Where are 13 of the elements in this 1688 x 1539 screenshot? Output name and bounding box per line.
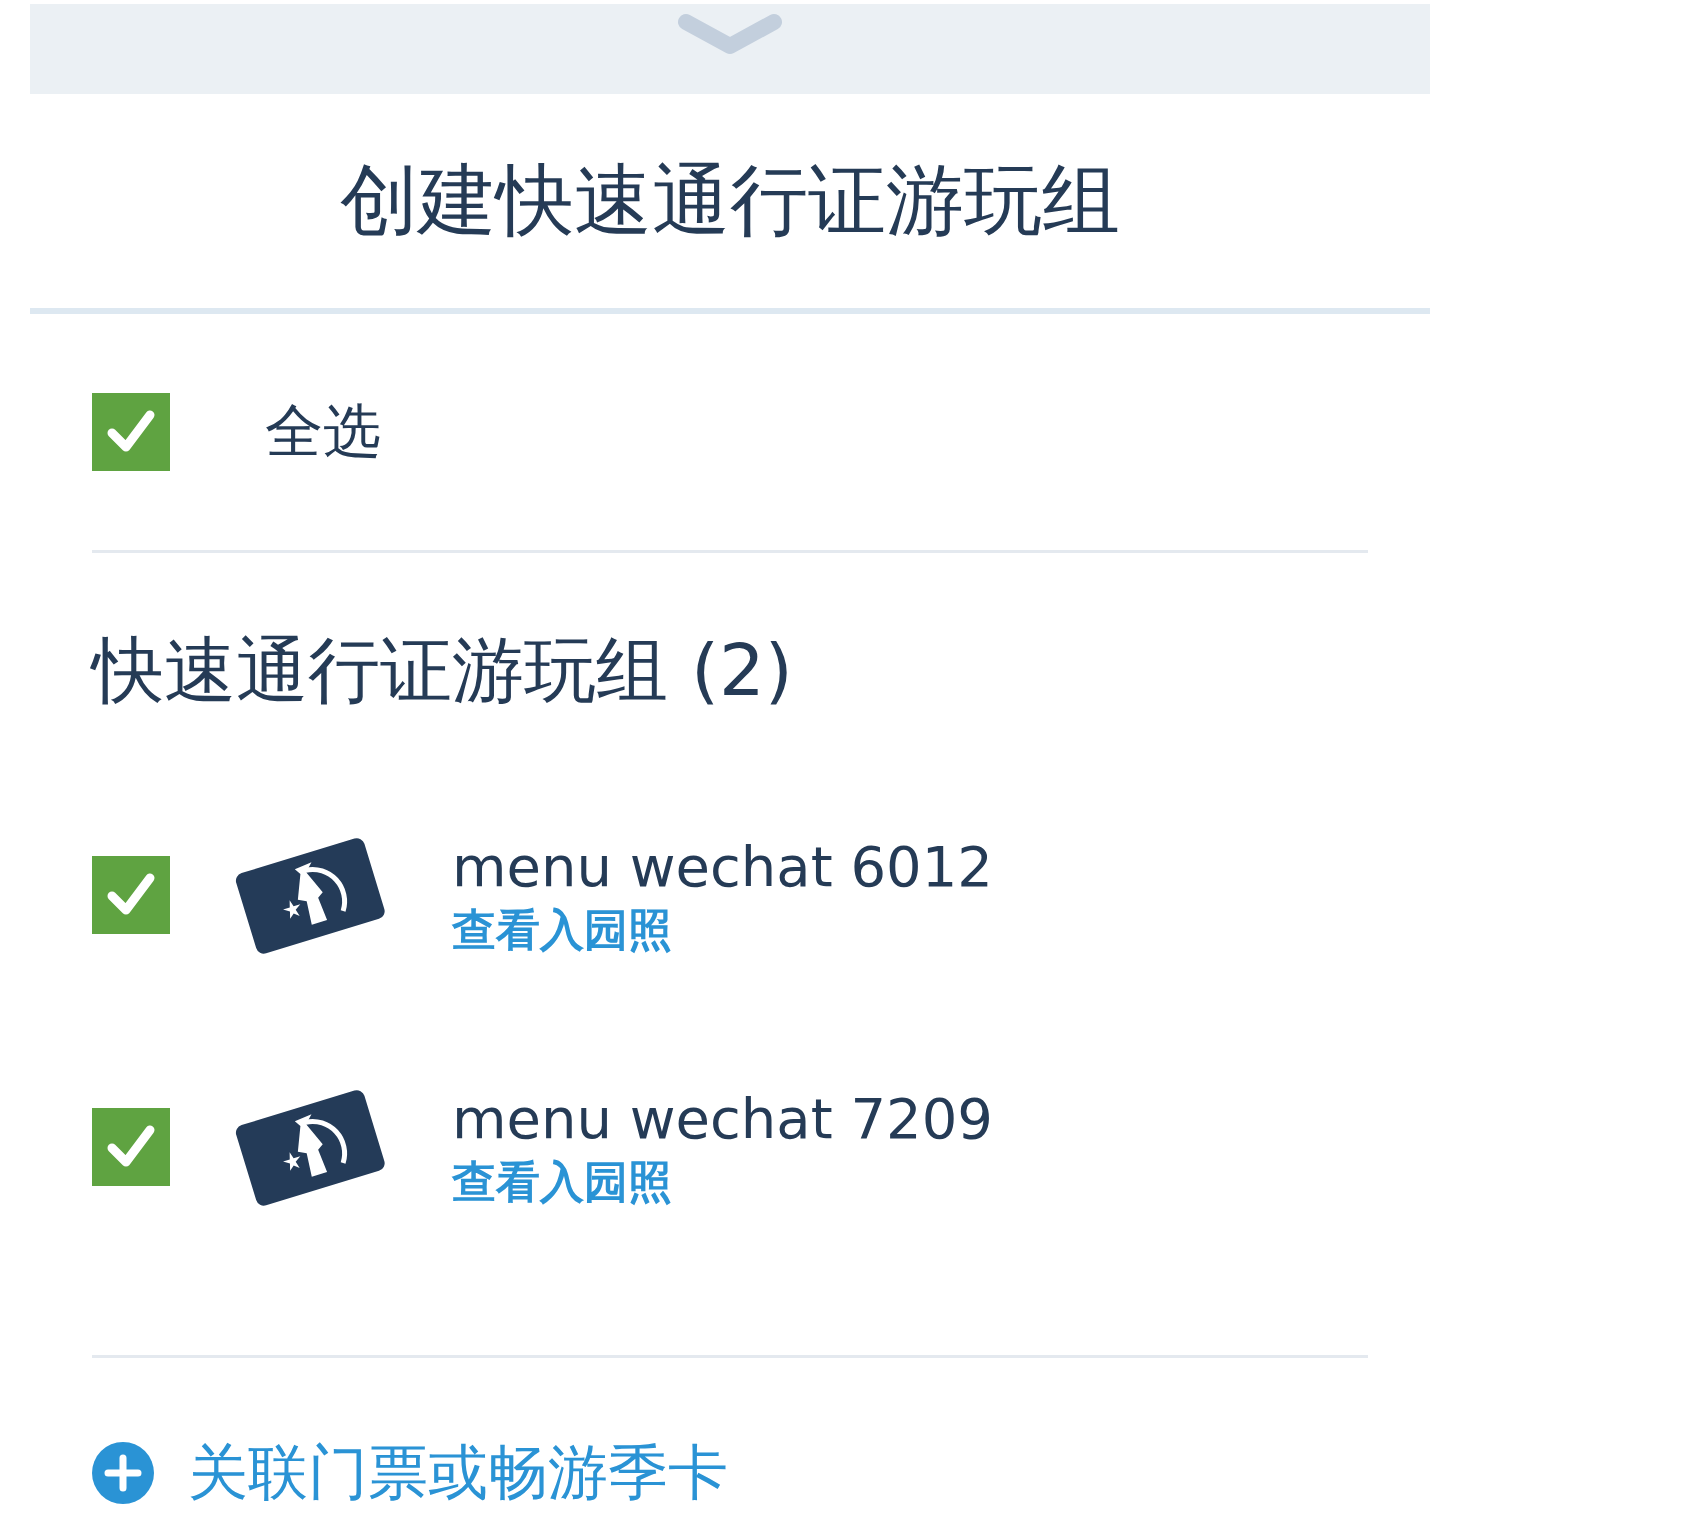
plus-icon[interactable] (92, 1442, 154, 1504)
link-ticket-link[interactable]: 关联门票或畅游季卡 (188, 1432, 728, 1514)
member-name: menu wechat 6012 (452, 833, 993, 901)
view-photo-link[interactable]: 查看入园照 (452, 902, 993, 958)
view-photo-link[interactable]: 查看入园照 (452, 1154, 993, 1210)
checkbox[interactable] (92, 856, 170, 934)
checkbox[interactable] (92, 1108, 170, 1186)
drag-handle-bar[interactable] (30, 4, 1430, 94)
select-all-label: 全选 (265, 396, 381, 467)
checkbox[interactable] (92, 393, 170, 471)
member-name: menu wechat 7209 (452, 1085, 993, 1153)
page-title: 创建快速通行证游玩组 (340, 153, 1120, 247)
group-heading: 快速通行证游玩组 (2) (92, 627, 793, 714)
